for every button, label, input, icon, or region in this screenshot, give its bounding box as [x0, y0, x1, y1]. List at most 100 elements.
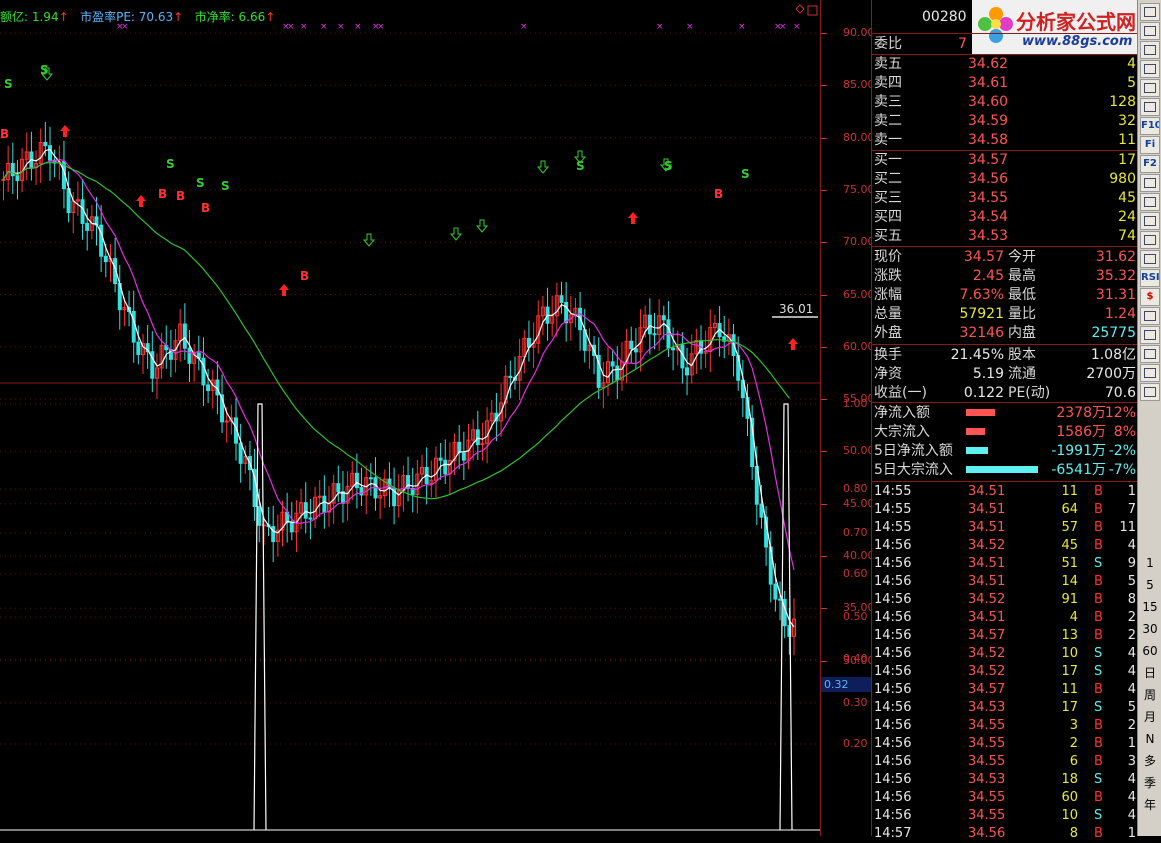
sell-signal-label: S	[221, 179, 230, 193]
trade-count: 3	[1127, 754, 1136, 769]
pie-icon[interactable]	[1140, 193, 1160, 211]
chart-area[interactable]: SSSSSSSSBBBBBB × × × × × × × × × × × × × × × × × 36.01 额…	[0, 0, 820, 836]
table-icon[interactable]	[1140, 79, 1160, 97]
side-toolbar[interactable]: F10 Fi F2 RSI $ 1 5 15 30 60 日周月 N 多季年	[1137, 0, 1161, 836]
trade-side: B	[1094, 520, 1103, 535]
f2-icon[interactable]: F2	[1140, 155, 1160, 173]
trade-count: 9	[1127, 556, 1136, 571]
trade-time: 14:56	[874, 628, 912, 643]
f10-icon[interactable]: F10	[1140, 117, 1160, 135]
candle-icon[interactable]	[1140, 98, 1160, 116]
trade-count: 1	[1127, 826, 1136, 841]
trade-row[interactable]: 14:56 34.51 4 B 2	[872, 609, 1138, 627]
trade-volume: 11	[1061, 682, 1078, 697]
period-button-季[interactable]: 季	[1138, 772, 1161, 794]
quote-value-2: 31.31	[1095, 287, 1136, 303]
trade-row[interactable]: 14:56 34.57 13 B 2	[872, 627, 1138, 645]
trade-row[interactable]: 14:56 34.53 18 S 4	[872, 771, 1138, 789]
price-tick: 70.00	[843, 235, 875, 249]
chart-icon[interactable]	[1140, 3, 1160, 21]
list-icon[interactable]	[1140, 41, 1160, 59]
chart-corner-icons[interactable]	[795, 4, 818, 16]
wave-icon[interactable]	[1140, 250, 1160, 268]
trade-row[interactable]: 14:56 34.55 60 B 4	[872, 789, 1138, 807]
trade-time: 14:56	[874, 790, 912, 805]
trade-row[interactable]: 14:56 34.57 11 B 4	[872, 681, 1138, 699]
period-button-1[interactable]: 1	[1138, 552, 1161, 574]
ask-level-row: 卖五 34.62 4	[872, 55, 1138, 73]
rsi-icon[interactable]: RSI	[1140, 269, 1160, 287]
flow-label: 净流入额	[874, 405, 930, 421]
trade-row[interactable]: 14:56 34.55 6 B 3	[872, 753, 1138, 771]
trade-row[interactable]: 14:56 34.53 17 S 5	[872, 699, 1138, 717]
candle-body	[443, 459, 448, 475]
bars-icon[interactable]	[1140, 22, 1160, 40]
trade-row[interactable]: 14:56 34.55 3 B 2	[872, 717, 1138, 735]
kline-chart[interactable]: SSSS SS SSBB BBBB ×× ×× × × × × ×× × × × × ×× × 36.01	[0, 0, 820, 836]
candle-body	[610, 361, 615, 367]
trade-row[interactable]: 14:56 34.51 51 S 9	[872, 555, 1138, 573]
trade-price: 34.52	[968, 646, 1006, 661]
window-icon[interactable]	[1140, 364, 1160, 382]
grid2-icon[interactable]	[1140, 383, 1160, 401]
trade-time: 14:56	[874, 736, 912, 751]
trade-row[interactable]: 14:57 34.56 8 B 1	[872, 825, 1138, 843]
trade-price: 34.51	[968, 574, 1006, 589]
window-icon[interactable]	[807, 5, 818, 16]
quote-label-2: 最高	[1008, 268, 1036, 284]
period-button-日[interactable]: 日	[1138, 662, 1161, 684]
period-button-月[interactable]: 月	[1138, 706, 1161, 728]
trade-price: 34.51	[968, 556, 1006, 571]
flow-label: 5日净流入额	[874, 443, 953, 459]
period-button-30[interactable]: 30	[1138, 618, 1161, 640]
trade-row[interactable]: 14:56 34.52 45 B 4	[872, 537, 1138, 555]
trade-row[interactable]: 14:55 34.51 11 B 1	[872, 483, 1138, 501]
doc-icon[interactable]	[1140, 174, 1160, 192]
fi-icon[interactable]: Fi	[1140, 136, 1160, 154]
period-button-15[interactable]: 15	[1138, 596, 1161, 618]
trade-count: 5	[1127, 700, 1136, 715]
brush-icon[interactable]	[1140, 326, 1160, 344]
event-marker: ×	[287, 22, 295, 32]
period-button-周[interactable]: 周	[1138, 684, 1161, 706]
trade-row[interactable]: 14:55 34.51 64 B 7	[872, 501, 1138, 519]
trade-row[interactable]: 14:56 34.52 10 S 4	[872, 645, 1138, 663]
trade-row[interactable]: 14:56 34.51 14 B 5	[872, 573, 1138, 591]
period-button-60[interactable]: 60	[1138, 640, 1161, 662]
candle-body	[615, 365, 620, 381]
diamond-icon[interactable]	[795, 4, 805, 14]
indicator-legend: 额亿: 1.94↑ 市盈率PE: 70.63↑ 市净率: 6.66↑	[0, 8, 275, 25]
trade-price: 34.52	[968, 538, 1006, 553]
price-tick: 80.00	[843, 130, 875, 144]
flow-value: 2378万	[1056, 405, 1106, 421]
trade-row[interactable]: 14:55 34.51 57 B 11	[872, 519, 1138, 537]
trade-row[interactable]: 14:56 34.55 2 B 1	[872, 735, 1138, 753]
quote-panel: 00280 分析家公式网 www.88gs.com 委比 7 卖五 34.62 …	[871, 0, 1138, 841]
trade-time: 14:56	[874, 538, 912, 553]
trade-row[interactable]: 14:56 34.52 91 B 8	[872, 591, 1138, 609]
grid-icon[interactable]	[1140, 60, 1160, 78]
ask-volume: 128	[1109, 94, 1136, 110]
trade-side: B	[1094, 718, 1103, 733]
trade-time: 14:55	[874, 520, 912, 535]
period-button-年[interactable]: 年	[1138, 794, 1161, 816]
trade-row[interactable]: 14:56 34.52 17 S 4	[872, 663, 1138, 681]
dollar-icon[interactable]: $	[1140, 288, 1160, 306]
bid-volume: 980	[1109, 171, 1136, 187]
candle-body	[85, 222, 90, 231]
pen-icon[interactable]	[1140, 231, 1160, 249]
fundamental-label-2: 股本	[1008, 347, 1036, 363]
flow-label: 5日大宗流入	[874, 462, 953, 478]
quote-row: 涨跌 2.45 最高 35.32	[872, 267, 1138, 285]
trade-row[interactable]: 14:56 34.55 10 S 4	[872, 807, 1138, 825]
trade-count: 2	[1127, 718, 1136, 733]
tag-icon[interactable]	[1140, 345, 1160, 363]
ask-volume: 4	[1127, 56, 1136, 72]
period-button-多[interactable]: 多	[1138, 750, 1161, 772]
period-button-5[interactable]: 5	[1138, 574, 1161, 596]
rings-icon[interactable]	[1140, 212, 1160, 230]
period-button-N[interactable]: N	[1138, 728, 1161, 750]
candle-body	[322, 495, 327, 513]
move-icon[interactable]	[1140, 307, 1160, 325]
trade-volume: 4	[1069, 610, 1078, 625]
